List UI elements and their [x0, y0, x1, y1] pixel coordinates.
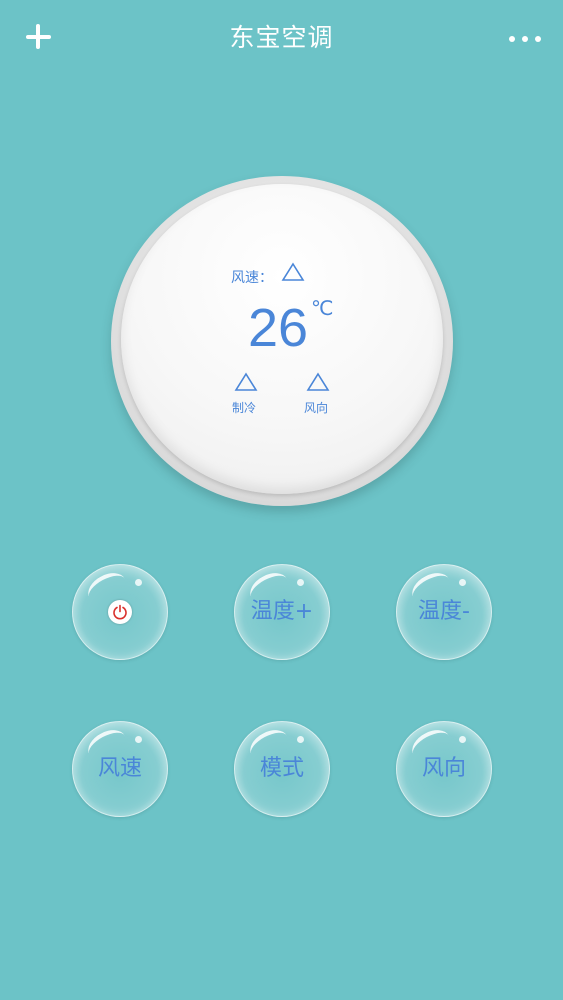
- more-options-button[interactable]: [505, 30, 545, 48]
- fan-speed-triangle-icon: [281, 262, 305, 286]
- power-button[interactable]: [72, 564, 168, 660]
- temperature-unit: ℃: [311, 296, 334, 320]
- page-title: 东宝空调: [229, 23, 334, 52]
- fan-speed-label: 风速：: [231, 270, 273, 286]
- direction-label: 风向: [304, 401, 329, 415]
- direction-button-label: 风向: [421, 756, 466, 781]
- fan-speed-button[interactable]: 风速: [72, 721, 168, 817]
- top-bar: 东宝空调: [0, 0, 563, 78]
- mode-button-label: 模式: [259, 756, 304, 781]
- more-dots-icon: [509, 36, 515, 42]
- fan-speed-button-label: 风速: [97, 756, 142, 781]
- mode-button[interactable]: 模式: [234, 721, 330, 817]
- power-icon: [108, 600, 132, 624]
- mode-label: 制冷: [232, 401, 257, 415]
- temp-up-label: 温度+: [250, 599, 314, 624]
- mode-triangle-icon: [234, 372, 258, 396]
- temp-up-button[interactable]: 温度+: [234, 564, 330, 660]
- temp-down-button[interactable]: 温度-: [396, 564, 492, 660]
- direction-triangle-icon: [306, 372, 330, 396]
- temperature-value: 26: [248, 298, 309, 358]
- temp-down-label: 温度-: [418, 599, 470, 624]
- direction-button[interactable]: 风向: [396, 721, 492, 817]
